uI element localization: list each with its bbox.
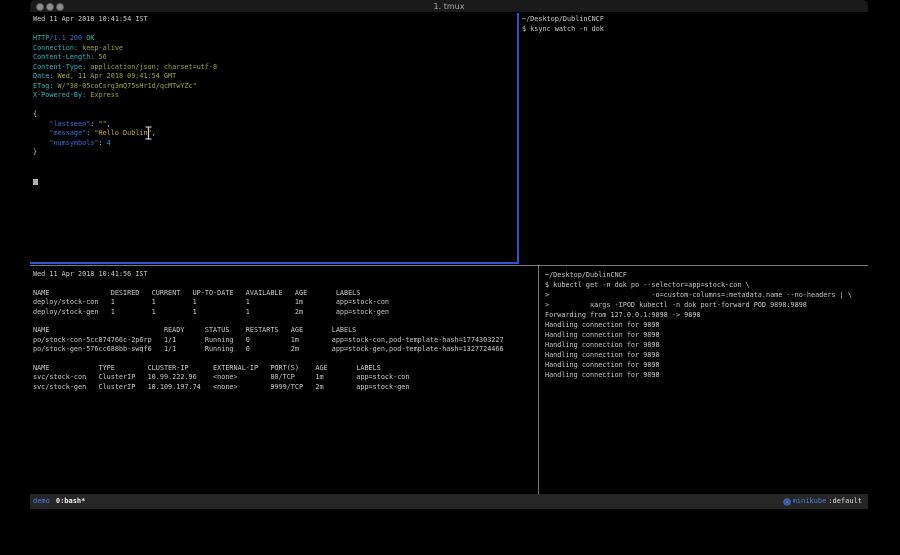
block-cursor — [33, 179, 38, 185]
status-left: demo 0:bash* — [33, 494, 85, 509]
vertical-pane-divider[interactable] — [538, 266, 539, 494]
pane-port-forward[interactable]: ~/Desktop/DublinCNCF$ kubectl get -n dok… — [540, 266, 868, 494]
ksync-output: ~/Desktop/DublinCNCF$ ksync watch -n dok — [522, 15, 868, 34]
iterm-window: 1. tmux Wed 11 Apr 2018 10:41:54 ISTHTTP… — [30, 0, 868, 510]
tmux-status-bar: demo 0:bash* minikube:default — [30, 494, 868, 509]
pane-ksync[interactable]: ~/Desktop/DublinCNCF$ ksync watch -n dok — [519, 13, 868, 264]
kube-context: minikube — [793, 494, 827, 509]
pane-http-response[interactable]: Wed 11 Apr 2018 10:41:54 ISTHTTP/1.1 200… — [30, 13, 519, 264]
kubectl-watch-output: Wed 11 Apr 2018 10:41:56 ISTNAME DESIRED… — [33, 270, 538, 392]
port-forward-output: ~/Desktop/DublinCNCF$ kubectl get -n dok… — [545, 270, 868, 380]
kube-namespace: :default — [828, 494, 862, 509]
http-response-output: Wed 11 Apr 2018 10:41:54 ISTHTTP/1.1 200… — [33, 15, 517, 158]
pane-kubectl-watch[interactable]: Wed 11 Apr 2018 10:41:56 ISTNAME DESIRED… — [30, 266, 538, 494]
status-right: minikube:default — [783, 494, 862, 509]
kubernetes-wheel-icon — [783, 498, 791, 506]
tmux-session-name: demo — [33, 497, 50, 505]
desktop: 1. tmux Wed 11 Apr 2018 10:41:54 ISTHTTP… — [0, 0, 900, 555]
ibeam-mouse-cursor — [144, 126, 153, 140]
tmux-window-tab[interactable]: 0:bash* — [56, 497, 86, 505]
window-titlebar[interactable]: 1. tmux — [30, 0, 868, 13]
window-title: 1. tmux — [30, 0, 868, 13]
